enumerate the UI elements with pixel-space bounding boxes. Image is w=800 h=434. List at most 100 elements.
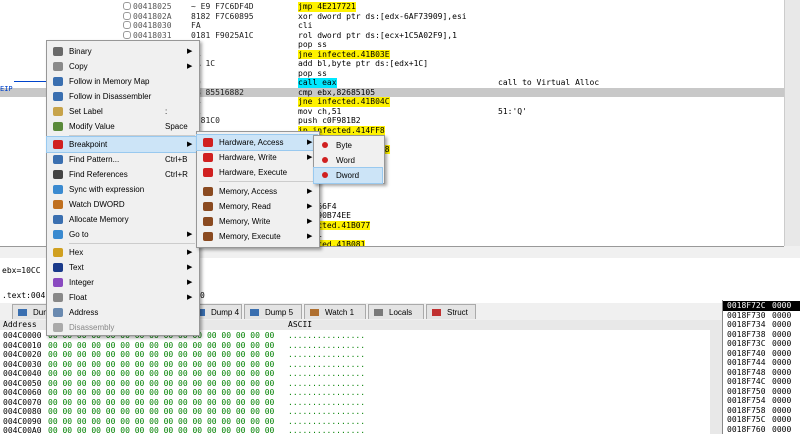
stack-row[interactable]: 0018F758 0000 (723, 406, 800, 416)
stack-row[interactable]: 0018F738 0000 (723, 330, 800, 340)
menu-item-label: Disassembly (69, 323, 115, 332)
menu-item-disassembly[interactable]: Disassembly (47, 320, 197, 335)
stack-row[interactable]: 0018F750 0000 (723, 387, 800, 397)
menu-item-label: Text (69, 263, 84, 272)
submenu-item-hardware-write[interactable]: Hardware, Write ▶ (197, 150, 317, 165)
submenu-item-hardware-execute[interactable]: Hardware, Execute (197, 165, 317, 180)
stack-value: 0000 (772, 310, 792, 320)
dump-hex-bytes: 00 00 00 00 00 00 00 00 00 00 00 00 00 0… (48, 426, 275, 434)
dump-row[interactable]: 004C0030 00 00 00 00 00 00 00 00 00 00 00… (0, 360, 710, 370)
integer-icon (53, 278, 63, 287)
menu-item-find-pattern[interactable]: Find Pattern... Ctrl+B (47, 152, 197, 167)
stack-row[interactable]: 0018F744 0000 (723, 358, 800, 368)
tab-struct[interactable]: Struct (426, 304, 476, 319)
goto-icon (53, 230, 63, 239)
disasm-instruction: pop ss (298, 40, 327, 49)
stack-value: 0000 (772, 358, 792, 367)
dump-row[interactable]: 004C0050 00 00 00 00 00 00 00 00 00 00 00… (0, 379, 710, 389)
menu-item-breakpoint[interactable]: Breakpoint ▶ (46, 136, 198, 153)
submenu-item-memory-access[interactable]: Memory, Access ▶ (197, 184, 317, 199)
breakpoint-dot-icon[interactable] (123, 2, 131, 10)
menu-item-follow-in-memory-map[interactable]: Follow in Memory Map (47, 74, 197, 89)
size-item-label: Byte (336, 141, 353, 150)
size-item-byte[interactable]: Byte (314, 138, 382, 153)
submenu-item-label: Hardware, Execute (219, 168, 288, 177)
menu-item-copy[interactable]: Copy ▶ (47, 59, 197, 74)
menu-item-set-label[interactable]: Set Label: (47, 104, 197, 119)
stack-row[interactable]: 0018F75C 0000 (723, 415, 800, 425)
menu-item-sync-with-expression[interactable]: Sync with expression (47, 182, 197, 197)
disasm-instruction: xor dword ptr ds:[edx-6AF73909],esi (298, 11, 467, 21)
dump-ascii: ................ (288, 416, 366, 426)
dump-ascii: ................ (288, 369, 366, 378)
stack-row[interactable]: 0018F760 0000 (723, 425, 800, 434)
breakpoint-icon (203, 217, 213, 226)
dump-hex-bytes: 00 00 00 00 00 00 00 00 00 00 00 00 00 0… (48, 359, 275, 369)
disassembly-scrollbar[interactable] (784, 0, 800, 246)
stack-value: 0000 (772, 320, 792, 329)
dump-ascii: ................ (288, 350, 366, 359)
tab-locals[interactable]: Locals (368, 304, 424, 319)
submenu-item-memory-execute[interactable]: Memory, Execute ▶ (197, 229, 317, 244)
tab-watch-1[interactable]: Watch 1 (304, 304, 366, 319)
stack-row[interactable]: 0018F748 0000 (723, 368, 800, 378)
disasm-row[interactable]: 0041802A 8182 F7C60895 xor dword ptr ds:[e… (0, 11, 784, 22)
dump-scrollbar[interactable] (710, 320, 722, 434)
menu-item-binary[interactable]: Binary ▶ (47, 44, 197, 59)
dump-row[interactable]: 004C0020 00 00 00 00 00 00 00 00 00 00 00… (0, 350, 710, 360)
stack-row[interactable]: 0018F73C 0000 (723, 339, 800, 349)
menu-item-label: Binary (69, 47, 92, 56)
menu-item-watch-dword[interactable]: Watch DWORD (47, 197, 197, 212)
dump-row[interactable]: 004C0080 00 00 00 00 00 00 00 00 00 00 00… (0, 407, 710, 417)
dump-row[interactable]: 004C0070 00 00 00 00 00 00 00 00 00 00 00… (0, 398, 710, 408)
breakpoint-dot-icon[interactable] (123, 30, 131, 39)
submenu-item-hardware-access[interactable]: Hardware, Access ▶ (196, 134, 318, 151)
stack-row[interactable]: 0018F74C 0000 (723, 377, 800, 387)
disasm-row[interactable]: 00418025 ~ E9 F7C6DF4D jmp 4E217721 (0, 2, 784, 12)
menu-item-follow-in-disassembler[interactable]: Follow in Disassembler (47, 89, 197, 104)
dump-hex-bytes: 00 00 00 00 00 00 00 00 00 00 00 00 00 0… (48, 350, 275, 359)
stack-view[interactable]: 0018F72C 0000 0018F730 0000 0018F734 0000 0018… (722, 300, 800, 434)
breakpoint-dot-icon[interactable] (123, 21, 131, 29)
menu-item-text[interactable]: Text ▶ (47, 260, 197, 275)
stack-row[interactable]: 0018F734 0000 (723, 320, 800, 330)
dump-icon (18, 309, 27, 316)
binary-icon (53, 47, 63, 56)
menu-item-integer[interactable]: Integer ▶ (47, 275, 197, 290)
stack-row[interactable]: 0018F740 0000 (723, 349, 800, 359)
breakpoint-dot-icon (322, 142, 328, 148)
stack-address: 0018F730 (727, 310, 766, 320)
menu-item-find-references[interactable]: Find References Ctrl+R (47, 167, 197, 182)
stack-row[interactable]: 0018F754 0000 (723, 396, 800, 406)
size-item-dword[interactable]: Dword (313, 167, 383, 184)
float-icon (53, 293, 63, 302)
submenu-item-memory-read[interactable]: Memory, Read ▶ (197, 199, 317, 214)
stack-row[interactable]: 0018F72C 0000 (723, 301, 800, 311)
menu-item-address[interactable]: Address (47, 305, 197, 320)
dump-row[interactable]: 004C00A0 00 00 00 00 00 00 00 00 00 00 00… (0, 426, 710, 434)
breakpoint-dot-icon[interactable] (123, 11, 131, 20)
size-item-word[interactable]: Word (314, 153, 382, 168)
menu-item-float[interactable]: Float ▶ (47, 290, 197, 305)
disasm-instruction: push c0F981B2 (298, 116, 361, 125)
disasm-instruction: rol dword ptr ds:[ecx+1C5A02F9],1 (298, 30, 457, 40)
menu-item-go-to[interactable]: Go to ▶ (47, 227, 197, 242)
dump-hex-bytes: 00 00 00 00 00 00 00 00 00 00 00 00 00 0… (48, 407, 275, 416)
dump-row[interactable]: 004C0010 00 00 00 00 00 00 00 00 00 00 00… (0, 341, 710, 351)
disasm-instruction: jne infected.41B03E (298, 49, 390, 59)
dump-view[interactable]: 004C0000 00 00 00 00 00 00 00 00 00 00 00… (0, 330, 710, 434)
dump-row[interactable]: 004C0060 00 00 00 00 00 00 00 00 00 00 00… (0, 388, 710, 398)
tab-dump-5[interactable]: Dump 5 (244, 304, 302, 319)
menu-item-allocate-memory[interactable]: Allocate Memory (47, 212, 197, 227)
dump-hex-bytes: 00 00 00 00 00 00 00 00 00 00 00 00 00 0… (48, 369, 275, 378)
disasm-row[interactable]: 00418030 FA cli (0, 21, 784, 31)
menu-item-label: Address (69, 308, 99, 317)
submenu-item-memory-write[interactable]: Memory, Write ▶ (197, 214, 317, 229)
dump-row[interactable]: 004C0040 00 00 00 00 00 00 00 00 00 00 00… (0, 369, 710, 379)
menu-item-hex[interactable]: Hex ▶ (47, 245, 197, 260)
disasm-row[interactable]: 00418031 0181 F9025A1C rol dword ptr ds:[e… (0, 30, 784, 41)
dump-context-menu: Binary ▶ Copy ▶ Follow in Memory Map Follow i… (46, 40, 200, 336)
dump-row[interactable]: 004C0090 00 00 00 00 00 00 00 00 00 00 00… (0, 417, 710, 427)
menu-item-modify-value[interactable]: Modify Value Space (47, 119, 197, 134)
stack-row[interactable]: 0018F730 0000 (723, 311, 800, 321)
